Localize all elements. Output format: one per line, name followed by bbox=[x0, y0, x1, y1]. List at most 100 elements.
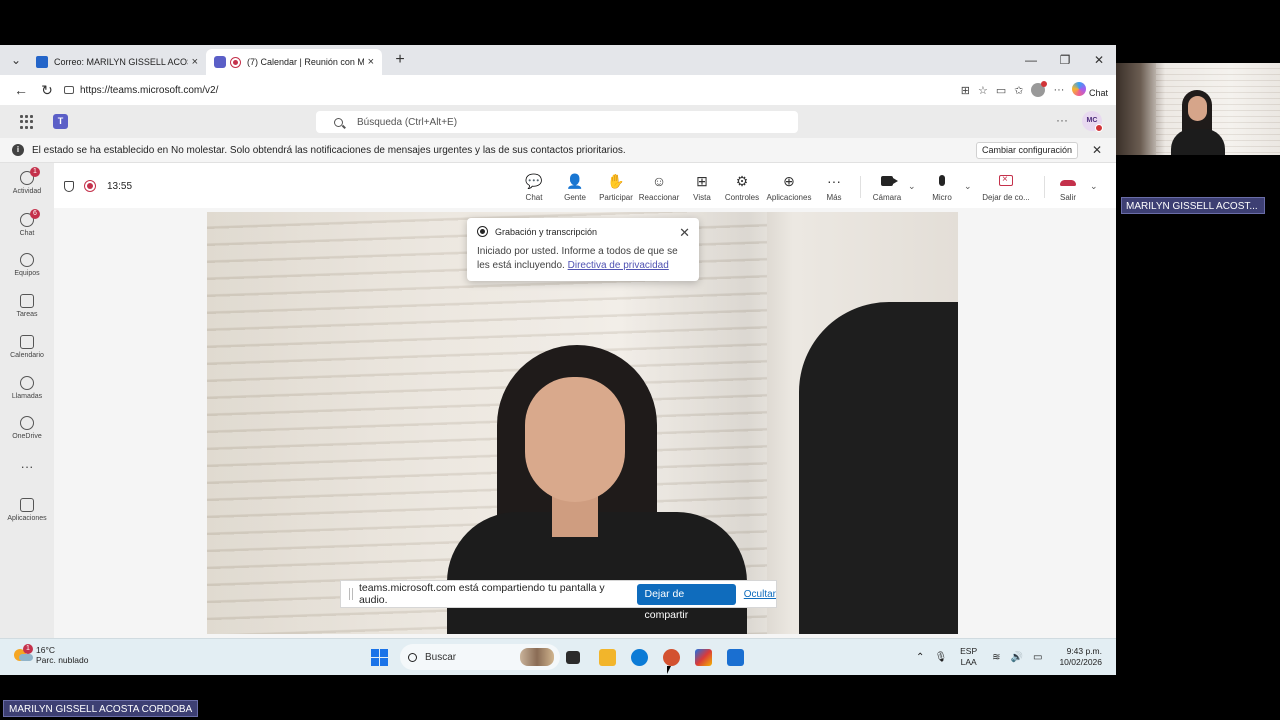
chat-icon: 💬 bbox=[525, 173, 543, 189]
wifi-icon[interactable]: ≋ bbox=[992, 652, 1000, 663]
privacy-policy-link[interactable]: Directiva de privacidad bbox=[568, 260, 669, 271]
calendar-icon bbox=[20, 335, 34, 349]
rail-label: Tareas bbox=[16, 311, 38, 318]
rail-more-icon[interactable]: ··· bbox=[0, 459, 54, 474]
favorites-icon[interactable]: ✩ bbox=[1014, 84, 1023, 97]
chat-icon: 6 bbox=[20, 209, 40, 227]
windows-taskbar: 1 16°C Parc. nublado Buscar ⌃ 🎙 ESP LAA bbox=[0, 638, 1116, 675]
leave-options-chevron-icon[interactable]: ⌄ bbox=[1090, 181, 1098, 192]
app-available-icon[interactable]: ⊞ bbox=[961, 84, 970, 97]
recording-icon bbox=[230, 56, 241, 68]
tab-close-icon[interactable]: × bbox=[192, 56, 198, 68]
rail-item-onedrive[interactable]: OneDrive bbox=[0, 416, 54, 440]
edge-browser-icon[interactable] bbox=[631, 649, 648, 666]
battery-icon[interactable]: ▭ bbox=[1033, 652, 1042, 663]
mic-button[interactable]: Micro bbox=[920, 172, 964, 202]
url-field[interactable]: https://teams.microsoft.com/v2/ bbox=[56, 79, 920, 101]
shield-icon bbox=[64, 181, 74, 192]
teams-logo-icon: T bbox=[53, 114, 68, 129]
mic-options-chevron-icon[interactable]: ⌄ bbox=[964, 181, 972, 192]
rail-item-chat[interactable]: 6 Chat bbox=[0, 209, 54, 237]
close-window-button[interactable]: ✕ bbox=[1082, 45, 1116, 75]
participant-thumbnail-video bbox=[1116, 63, 1280, 155]
toolbar-label: Controles bbox=[724, 193, 760, 202]
toolbar-chat-button[interactable]: 💬 Chat bbox=[512, 172, 556, 202]
clock[interactable]: 9:43 p.m. 10/02/2026 bbox=[1059, 646, 1102, 668]
share-status-text: teams.microsoft.com está compartiendo tu… bbox=[358, 582, 605, 606]
favorite-star-icon[interactable]: ☆ bbox=[978, 84, 988, 97]
leave-button[interactable]: Salir bbox=[1046, 172, 1090, 202]
taskbar-search[interactable]: Buscar bbox=[400, 644, 560, 670]
task-view-icon[interactable] bbox=[566, 651, 580, 664]
new-tab-button[interactable]: + bbox=[388, 51, 412, 69]
toolbar-label: Salir bbox=[1059, 193, 1076, 202]
start-windows-icon[interactable] bbox=[371, 649, 388, 666]
toolbar-apps-button[interactable]: ⊕ Aplicaciones bbox=[766, 172, 812, 202]
add-apps-icon: ⊕ bbox=[783, 173, 795, 189]
meeting-timer: 13:55 bbox=[107, 181, 133, 192]
user-avatar[interactable]: MC bbox=[1082, 111, 1103, 132]
browser-menu-icon[interactable]: ··· bbox=[1053, 84, 1064, 96]
tab-close-icon[interactable]: × bbox=[368, 56, 374, 68]
media-icon[interactable]: ▭ bbox=[996, 84, 1006, 97]
toolbar-react-button[interactable]: ☺ Reaccionar bbox=[637, 172, 681, 202]
microsoft-store-icon[interactable] bbox=[727, 649, 744, 666]
powerpoint-icon[interactable] bbox=[663, 649, 680, 666]
screen-recording-canvas: ⌄ Correo: MARILYN GISSELL ACOSTA × (7) C… bbox=[0, 0, 1280, 720]
search-placeholder: Búsqueda (Ctrl+Alt+E) bbox=[357, 116, 458, 128]
toolbar-raise-hand-button[interactable]: ✋ Participar bbox=[594, 172, 638, 202]
maximize-button[interactable]: ❐ bbox=[1048, 45, 1082, 75]
rail-item-aplicaciones[interactable]: Aplicaciones bbox=[0, 498, 54, 522]
photos-app-icon[interactable] bbox=[695, 649, 712, 666]
profile-avatar[interactable] bbox=[1031, 81, 1048, 97]
partly-cloudy-icon: 1 bbox=[14, 644, 33, 661]
phone-wrap bbox=[1046, 172, 1090, 190]
chevron-up-icon[interactable]: ⌃ bbox=[916, 652, 924, 663]
rail-item-actividad[interactable]: 1 Actividad bbox=[0, 167, 54, 195]
popup-close-icon[interactable]: ✕ bbox=[679, 225, 690, 241]
toolbar-view-button[interactable]: ⊞ Vista bbox=[680, 172, 724, 202]
teams-icon bbox=[214, 56, 226, 68]
weather-widget[interactable]: 1 16°C Parc. nublado bbox=[14, 644, 89, 665]
microphone-icon[interactable]: 🎙 bbox=[934, 652, 947, 663]
copilot-chat-button[interactable]: Chat bbox=[1072, 82, 1108, 98]
rail-item-tareas[interactable]: Tareas bbox=[0, 294, 54, 318]
popup-title-row: Grabación y transcripción bbox=[477, 226, 689, 237]
popup-title: Grabación y transcripción bbox=[495, 226, 598, 237]
toolbar-label: Gente bbox=[564, 193, 586, 202]
toolbar-controls-button[interactable]: ⚙ Controles bbox=[720, 172, 764, 202]
language-indicator[interactable]: ESP LAA bbox=[960, 646, 977, 668]
back-arrow-icon[interactable]: ← bbox=[8, 82, 34, 98]
file-explorer-icon[interactable] bbox=[599, 649, 616, 666]
info-icon: i bbox=[12, 144, 24, 156]
rail-item-llamadas[interactable]: Llamadas bbox=[0, 376, 54, 400]
camera-button[interactable]: Cámara bbox=[865, 172, 909, 202]
participant-name-label: MARILYN GISSELL ACOST... bbox=[1121, 197, 1265, 214]
toolbar-people-button[interactable]: 👤 Gente bbox=[553, 172, 597, 202]
app-launcher-icon[interactable] bbox=[20, 115, 34, 129]
search-highlight-image bbox=[520, 648, 554, 666]
banner-close-icon[interactable]: ✕ bbox=[1092, 143, 1102, 157]
change-settings-button[interactable]: Cambiar configuración bbox=[975, 142, 1078, 159]
tab-actions-menu-icon[interactable]: ⌄ bbox=[4, 49, 28, 71]
toolbar-label: Chat bbox=[525, 193, 543, 202]
stop-sharing-button[interactable]: Dejar de co... bbox=[978, 171, 1034, 202]
camera-options-chevron-icon[interactable]: ⌄ bbox=[908, 181, 916, 192]
search-input[interactable]: Búsqueda (Ctrl+Alt+E) bbox=[316, 111, 798, 133]
volume-icon[interactable]: 🔊 bbox=[1011, 652, 1023, 663]
bell-icon: 1 bbox=[20, 167, 40, 185]
toolbar-more-button[interactable]: ··· Más bbox=[812, 172, 856, 202]
stop-sharing-button[interactable]: Dejar de compartir bbox=[637, 583, 736, 621]
browser-actions: ⊞ ☆ ▭ ✩ ··· Chat bbox=[961, 75, 1108, 105]
tab-teams-calendar[interactable]: (7) Calendar | Reunión con M × bbox=[206, 49, 382, 75]
drag-handle-icon[interactable] bbox=[349, 588, 353, 600]
hang-up-icon bbox=[1060, 180, 1076, 186]
search-icon bbox=[334, 117, 343, 127]
more-options-icon[interactable]: ··· bbox=[1056, 113, 1068, 127]
tab-correo[interactable]: Correo: MARILYN GISSELL ACOSTA × bbox=[28, 49, 206, 75]
hide-link[interactable]: Ocultar bbox=[744, 589, 776, 600]
weather-desc: Parc. nublado bbox=[36, 655, 89, 665]
minimize-button[interactable]: — bbox=[1014, 45, 1048, 75]
rail-item-equipos[interactable]: Equipos bbox=[0, 253, 54, 277]
rail-item-calendario[interactable]: Calendario bbox=[0, 335, 54, 359]
